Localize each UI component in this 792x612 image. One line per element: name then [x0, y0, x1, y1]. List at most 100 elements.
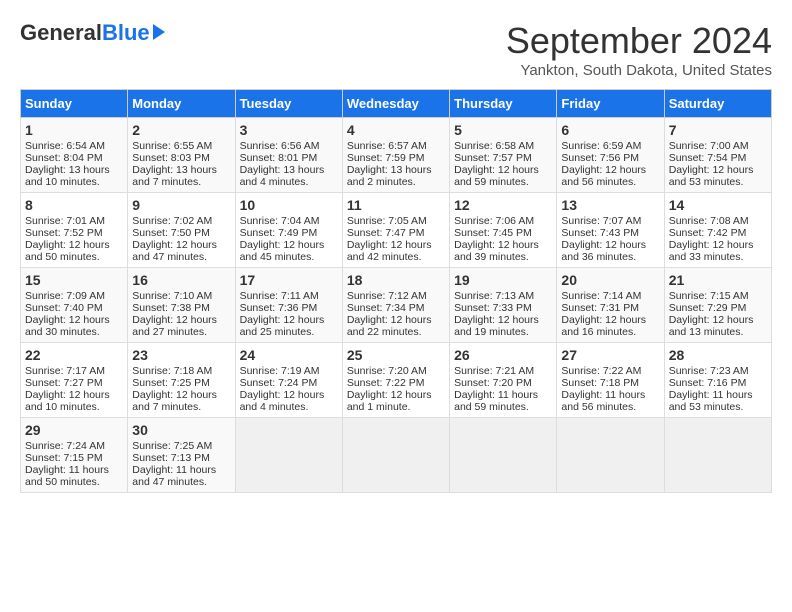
- calendar-cell: 14Sunrise: 7:08 AMSunset: 7:42 PMDayligh…: [664, 193, 771, 268]
- day-number: 4: [347, 122, 445, 138]
- day-info: and 50 minutes.: [25, 251, 123, 263]
- day-number: 26: [454, 347, 552, 363]
- day-info: Sunset: 7:36 PM: [240, 302, 338, 314]
- day-info: Sunrise: 7:17 AM: [25, 365, 123, 377]
- day-info: Sunrise: 6:57 AM: [347, 140, 445, 152]
- calendar-cell: 12Sunrise: 7:06 AMSunset: 7:45 PMDayligh…: [450, 193, 557, 268]
- day-info: and 16 minutes.: [561, 326, 659, 338]
- day-info: and 27 minutes.: [132, 326, 230, 338]
- day-info: and 4 minutes.: [240, 176, 338, 188]
- day-info: Sunset: 7:34 PM: [347, 302, 445, 314]
- col-thursday: Thursday: [450, 90, 557, 118]
- calendar-cell: 20Sunrise: 7:14 AMSunset: 7:31 PMDayligh…: [557, 268, 664, 343]
- day-number: 14: [669, 197, 767, 213]
- day-info: and 10 minutes.: [25, 401, 123, 413]
- calendar-cell: [557, 418, 664, 493]
- col-tuesday: Tuesday: [235, 90, 342, 118]
- calendar-cell: 2Sunrise: 6:55 AMSunset: 8:03 PMDaylight…: [128, 118, 235, 193]
- day-number: 6: [561, 122, 659, 138]
- day-info: Daylight: 13 hours: [347, 164, 445, 176]
- day-number: 21: [669, 272, 767, 288]
- day-info: and 42 minutes.: [347, 251, 445, 263]
- day-info: Daylight: 12 hours: [561, 314, 659, 326]
- day-info: Sunrise: 7:14 AM: [561, 290, 659, 302]
- day-info: Daylight: 12 hours: [25, 314, 123, 326]
- day-number: 17: [240, 272, 338, 288]
- day-info: Sunset: 7:27 PM: [25, 377, 123, 389]
- calendar-table: Sunday Monday Tuesday Wednesday Thursday…: [20, 89, 772, 493]
- calendar-cell: [342, 418, 449, 493]
- day-info: Daylight: 11 hours: [25, 464, 123, 476]
- calendar-cell: 10Sunrise: 7:04 AMSunset: 7:49 PMDayligh…: [235, 193, 342, 268]
- day-info: and 53 minutes.: [669, 176, 767, 188]
- day-info: and 53 minutes.: [669, 401, 767, 413]
- day-info: Sunset: 7:15 PM: [25, 452, 123, 464]
- day-info: Daylight: 12 hours: [25, 389, 123, 401]
- day-info: Sunrise: 7:04 AM: [240, 215, 338, 227]
- day-info: Daylight: 12 hours: [240, 314, 338, 326]
- day-info: Daylight: 13 hours: [240, 164, 338, 176]
- day-info: Daylight: 12 hours: [240, 389, 338, 401]
- day-info: and 7 minutes.: [132, 176, 230, 188]
- day-info: Sunset: 7:57 PM: [454, 152, 552, 164]
- day-info: Sunset: 7:24 PM: [240, 377, 338, 389]
- calendar-cell: 11Sunrise: 7:05 AMSunset: 7:47 PMDayligh…: [342, 193, 449, 268]
- day-number: 7: [669, 122, 767, 138]
- calendar-cell: 18Sunrise: 7:12 AMSunset: 7:34 PMDayligh…: [342, 268, 449, 343]
- day-number: 29: [25, 422, 123, 438]
- day-info: Sunset: 7:52 PM: [25, 227, 123, 239]
- day-info: Sunrise: 7:11 AM: [240, 290, 338, 302]
- day-info: Daylight: 12 hours: [561, 239, 659, 251]
- day-info: Daylight: 12 hours: [132, 314, 230, 326]
- day-info: Sunrise: 7:25 AM: [132, 440, 230, 452]
- day-info: and 56 minutes.: [561, 176, 659, 188]
- day-info: Sunset: 7:16 PM: [669, 377, 767, 389]
- day-number: 27: [561, 347, 659, 363]
- day-info: Sunset: 7:56 PM: [561, 152, 659, 164]
- day-info: Sunrise: 7:24 AM: [25, 440, 123, 452]
- calendar-cell: 8Sunrise: 7:01 AMSunset: 7:52 PMDaylight…: [21, 193, 128, 268]
- day-info: Sunrise: 7:23 AM: [669, 365, 767, 377]
- day-info: Sunset: 7:47 PM: [347, 227, 445, 239]
- calendar-cell: 21Sunrise: 7:15 AMSunset: 7:29 PMDayligh…: [664, 268, 771, 343]
- calendar-cell: 30Sunrise: 7:25 AMSunset: 7:13 PMDayligh…: [128, 418, 235, 493]
- day-info: Sunrise: 7:22 AM: [561, 365, 659, 377]
- day-info: Daylight: 12 hours: [347, 389, 445, 401]
- day-info: and 36 minutes.: [561, 251, 659, 263]
- calendar-cell: 15Sunrise: 7:09 AMSunset: 7:40 PMDayligh…: [21, 268, 128, 343]
- day-info: Sunrise: 7:07 AM: [561, 215, 659, 227]
- day-number: 13: [561, 197, 659, 213]
- day-info: and 56 minutes.: [561, 401, 659, 413]
- day-number: 16: [132, 272, 230, 288]
- day-info: and 1 minute.: [347, 401, 445, 413]
- calendar-cell: 27 Sunrise: 7:22 AMSunset: 7:18 PMDayligh…: [557, 343, 664, 418]
- day-info: Sunset: 7:42 PM: [669, 227, 767, 239]
- day-info: and 7 minutes.: [132, 401, 230, 413]
- day-info: Sunrise: 6:55 AM: [132, 140, 230, 152]
- day-info: Daylight: 12 hours: [347, 314, 445, 326]
- page-header: General Blue September 2024 Yankton, Sou…: [20, 20, 772, 79]
- day-info: Sunrise: 6:58 AM: [454, 140, 552, 152]
- day-info: Daylight: 12 hours: [347, 239, 445, 251]
- day-info: Sunset: 7:18 PM: [561, 377, 659, 389]
- day-info: Sunset: 7:59 PM: [347, 152, 445, 164]
- day-info: Daylight: 11 hours: [454, 389, 552, 401]
- calendar-cell: 9Sunrise: 7:02 AMSunset: 7:50 PMDaylight…: [128, 193, 235, 268]
- day-info: Sunrise: 6:56 AM: [240, 140, 338, 152]
- day-info: Sunset: 7:40 PM: [25, 302, 123, 314]
- calendar-cell: 28Sunrise: 7:23 AMSunset: 7:16 PMDayligh…: [664, 343, 771, 418]
- day-info: Sunset: 8:04 PM: [25, 152, 123, 164]
- calendar-cell: 16Sunrise: 7:10 AMSunset: 7:38 PMDayligh…: [128, 268, 235, 343]
- day-info: Sunset: 7:45 PM: [454, 227, 552, 239]
- col-monday: Monday: [128, 90, 235, 118]
- day-info: Daylight: 12 hours: [561, 164, 659, 176]
- day-info: and 33 minutes.: [669, 251, 767, 263]
- title-block: September 2024 Yankton, South Dakota, Un…: [506, 20, 772, 79]
- calendar-cell: 1Sunrise: 6:54 AMSunset: 8:04 PMDaylight…: [21, 118, 128, 193]
- day-info: Sunrise: 7:13 AM: [454, 290, 552, 302]
- calendar-cell: 22Sunrise: 7:17 AMSunset: 7:27 PMDayligh…: [21, 343, 128, 418]
- day-info: Daylight: 11 hours: [132, 464, 230, 476]
- day-info: Daylight: 12 hours: [454, 314, 552, 326]
- day-info: Daylight: 11 hours: [561, 389, 659, 401]
- day-number: 9: [132, 197, 230, 213]
